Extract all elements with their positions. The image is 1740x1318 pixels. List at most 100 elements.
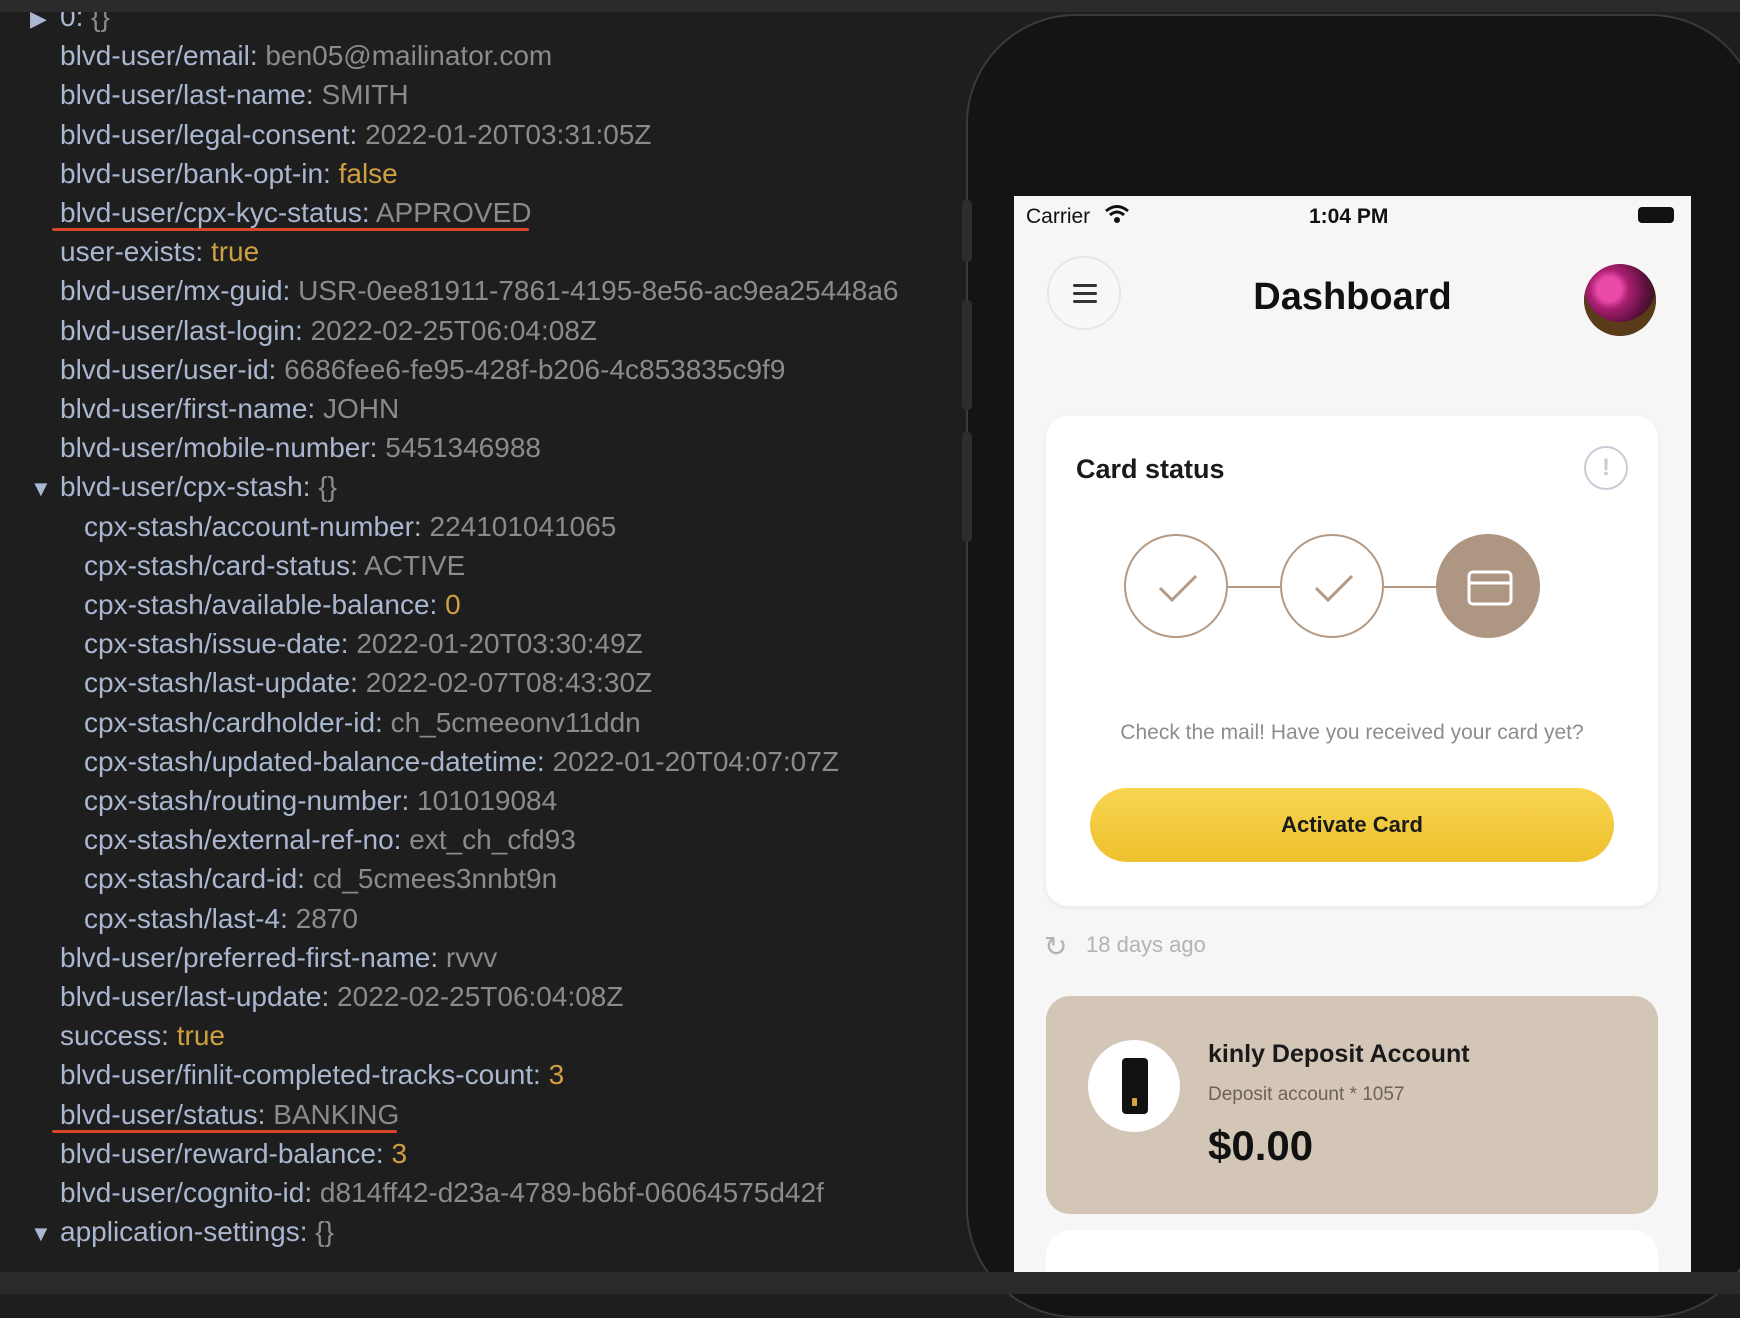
avatar[interactable]: [1584, 264, 1656, 336]
inspector-key: blvd-user/first-name:: [60, 393, 316, 424]
inspector-value: cd_5cmees3nnbt9n: [312, 863, 558, 895]
inspector-key: cpx-stash/updated-balance-datetime:: [84, 745, 545, 777]
status-bar: Carrier 1:04 PM: [1014, 196, 1691, 236]
inspector-value: {}: [315, 1216, 334, 1248]
inspector-key: success:: [60, 1020, 169, 1052]
inspector-row: blvd-user/finlit-completed-tracks-count:…: [60, 1056, 564, 1094]
inspector-row: blvd-user/cpx-kyc-status: APPROVED: [60, 194, 531, 232]
inspector-value: ACTIVE: [364, 549, 466, 581]
inspector-key: cpx-stash/account-number:: [84, 510, 422, 542]
check-icon: [1158, 574, 1198, 603]
inspector-row: cpx-stash/external-ref-no: ext_ch_cfd93: [84, 821, 576, 859]
clock: 1:04 PM: [1309, 205, 1389, 228]
inspector-key: cpx-stash/routing-number:: [84, 785, 410, 816]
inspector-row: cpx-stash/available-balance: 0: [84, 586, 461, 624]
inspector-key: application-settings:: [60, 1216, 308, 1248]
deposit-balance: $0.00: [1208, 1122, 1314, 1169]
inspector-value: USR-0ee81911-7861-4195-8e56-ac9ea25448a6: [298, 275, 899, 307]
deposit-account-name: kinly Deposit Account: [1208, 1040, 1470, 1068]
deposit-card-icon: [1088, 1040, 1180, 1132]
inspector-row: user-exists: true: [60, 233, 259, 271]
inspector-row: blvd-user/user-id: 6686fee6-fe95-428f-b2…: [60, 351, 785, 389]
inspector-row: blvd-user/status: BANKING: [60, 1096, 399, 1134]
inspector-value: 2022-02-25T06:04:08Z: [337, 981, 624, 1012]
inspector-key: cpx-stash/last-4:: [84, 902, 288, 934]
inspector-key: cpx-stash/card-id:: [84, 863, 305, 895]
deposit-account-card[interactable]: kinly Deposit Account Deposit account * …: [1046, 996, 1658, 1214]
inspector-row: blvd-user/last-update: 2022-02-25T06:04:…: [60, 978, 623, 1016]
inspector-row: blvd-user/preferred-first-name: rvvv: [60, 939, 497, 977]
collapse-triangle-icon[interactable]: ▶: [30, 12, 47, 38]
inspector-value: 224101041065: [429, 510, 617, 542]
inspector-key: blvd-user/last-login:: [60, 314, 303, 346]
inspector-row: blvd-user/bank-opt-in: false: [60, 155, 398, 193]
inspector-value: 2022-02-07T08:43:30Z: [365, 667, 653, 699]
inspector-row: cpx-stash/cardholder-id: ch_5cmeeonv11dd…: [84, 704, 641, 742]
inspector-key: blvd-user/last-name:: [60, 79, 314, 111]
next-card: [1046, 1230, 1658, 1272]
inspector-row[interactable]: blvd-user/cpx-stash: {}: [60, 468, 337, 506]
inspector-value: 6686fee6-fe95-428f-b206-4c853835c9f9: [284, 353, 786, 385]
inspector-key: cpx-stash/external-ref-no:: [84, 824, 402, 856]
info-icon[interactable]: !: [1584, 446, 1628, 490]
battery-icon: [1638, 207, 1674, 223]
inspector-value: ext_ch_cfd93: [409, 824, 576, 856]
step-1-done: [1124, 534, 1228, 638]
inspector-row: blvd-user/reward-balance: 3: [60, 1135, 407, 1173]
deposit-account-number: Deposit account * 1057: [1208, 1084, 1405, 1105]
inspector-value: 3: [391, 1137, 408, 1169]
card-progress-steps: [1124, 534, 1584, 644]
inspector-row: cpx-stash/last-update: 2022-02-07T08:43:…: [84, 664, 652, 702]
inspector-key: blvd-user/cpx-stash:: [60, 471, 311, 503]
check-icon: [1314, 574, 1354, 603]
inspector-value: 2022-01-20T03:30:49Z: [356, 628, 643, 660]
inspector-key: blvd-user/cognito-id:: [60, 1177, 313, 1208]
expand-triangle-icon[interactable]: ▼: [30, 470, 52, 508]
card-status-panel: Card status ! Check the mail! Have you r…: [1046, 416, 1658, 906]
inspector-row: blvd-user/email: ben05@mailinator.com: [60, 37, 552, 75]
inspector-key: blvd-user/bank-opt-in:: [60, 157, 331, 189]
top-bar: [0, 0, 1740, 12]
inspector-row: cpx-stash/account-number: 224101041065: [84, 508, 616, 546]
mute-switch: [962, 200, 972, 262]
inspector-key: blvd-user/email:: [60, 40, 258, 72]
inspector-row: blvd-user/last-name: SMITH: [60, 76, 409, 114]
inspector-row[interactable]: application-settings: {}: [60, 1213, 334, 1251]
card-status-title: Card status: [1076, 454, 1225, 484]
inspector-value: {}: [318, 471, 338, 503]
inspector-key: blvd-user/cpx-kyc-status:: [60, 197, 370, 228]
inspector-row: blvd-user/cognito-id: d814ff42-d23a-4789…: [60, 1174, 824, 1212]
inspector-value: 101019084: [417, 785, 558, 816]
inspector-row: blvd-user/first-name: JOHN: [60, 390, 399, 428]
inspector-value: 2870: [295, 902, 358, 934]
inspector-value: 3: [548, 1059, 565, 1091]
inspector-value: SMITH: [321, 79, 409, 111]
credit-card-icon: [1467, 570, 1513, 606]
inspector-key: blvd-user/user-id:: [60, 353, 277, 385]
inspector-value: 2022-02-25T06:04:08Z: [310, 314, 597, 346]
inspector-value: false: [338, 157, 398, 189]
activate-card-button[interactable]: Activate Card: [1090, 788, 1614, 862]
inspector-key: 0:: [60, 12, 84, 32]
step-2-done: [1280, 534, 1384, 638]
inspector-row: cpx-stash/routing-number: 101019084: [84, 782, 557, 820]
refresh-icon[interactable]: ↻: [1044, 930, 1067, 963]
expand-triangle-icon[interactable]: ▼: [30, 1215, 52, 1253]
volume-down-button: [962, 432, 972, 542]
inspector-key: user-exists:: [60, 236, 204, 268]
inspector-value: true: [176, 1020, 225, 1052]
inspector-row: cpx-stash/card-status: ACTIVE: [84, 547, 465, 585]
inspector-key: blvd-user/status:: [60, 1098, 266, 1130]
inspector-value: 0: [445, 589, 461, 620]
bottom-bar: [0, 1272, 1740, 1294]
inspector-key: blvd-user/mobile-number:: [60, 432, 378, 464]
step-connector: [1384, 586, 1436, 588]
inspector-row: blvd-user/mobile-number: 5451346988: [60, 429, 541, 467]
inspector-key: blvd-user/last-update:: [60, 981, 330, 1012]
refresh-timestamp: 18 days ago: [1086, 932, 1206, 957]
inspector-row: cpx-stash/card-id: cd_5cmees3nnbt9n: [84, 860, 557, 898]
inspector-key: blvd-user/preferred-first-name:: [60, 941, 439, 973]
carrier-label: Carrier: [1026, 205, 1091, 228]
volume-up-button: [962, 300, 972, 410]
inspector-row[interactable]: 0: {}: [60, 12, 110, 36]
